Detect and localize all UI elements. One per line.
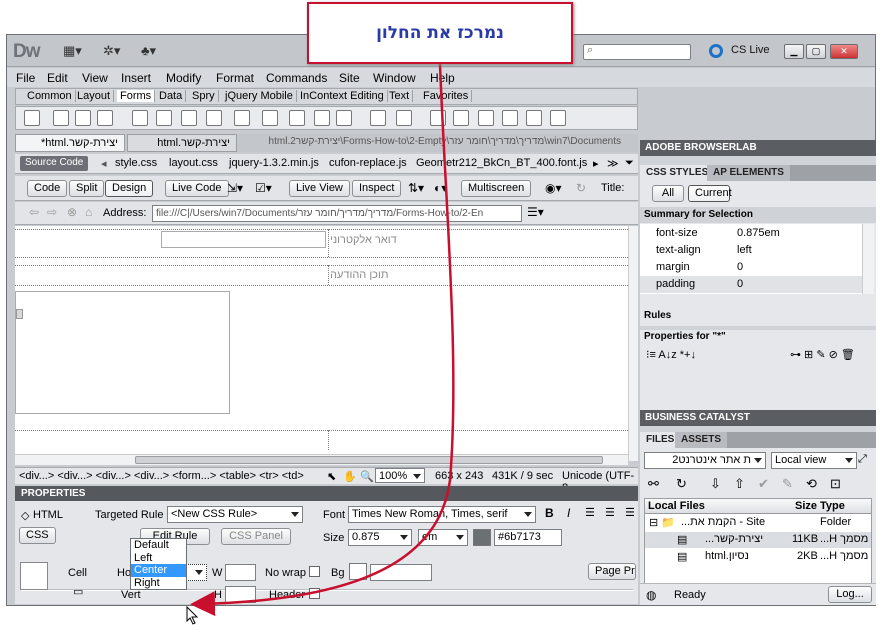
callout-text: נמרכז את החלון (376, 23, 504, 43)
annotation-arrow (190, 63, 455, 617)
annotation-callout: נמרכז את החלון (307, 2, 573, 64)
